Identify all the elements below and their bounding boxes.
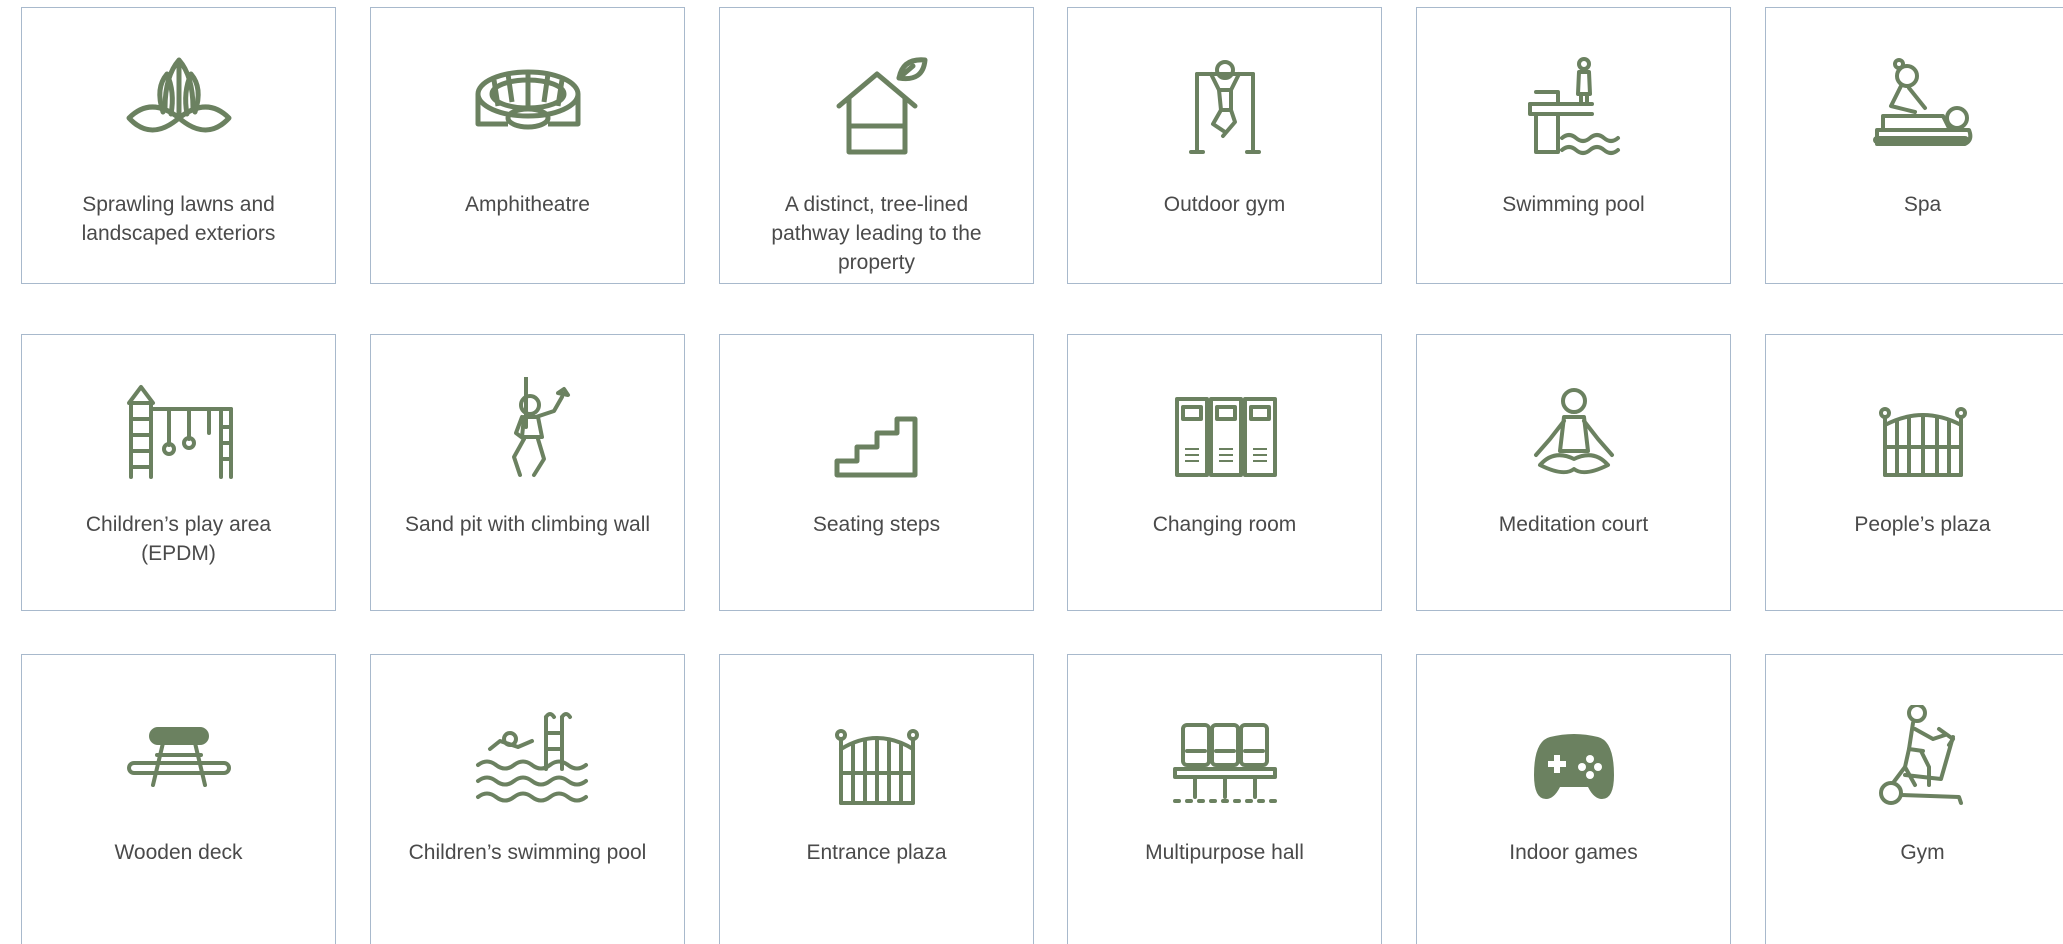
amenity-card: A distinct, tree-lined pathway leading t… [719,7,1034,284]
amenity-card: Wooden deck [21,654,336,944]
amenity-card: Swimming pool [1416,7,1731,284]
amenity-label: Outdoor gym [1163,193,1286,216]
amenity-label: Multipurpose hall [1145,841,1304,864]
amenity-card: Changing room [1067,334,1382,611]
gate-icon [1833,377,2013,487]
amphitheatre-icon [438,56,618,166]
swimmer-icon [438,705,618,815]
amenity-label: Spa [1903,193,1942,216]
lawn-plant-icon [89,56,269,166]
amenity-card: Indoor games [1416,654,1731,944]
amenity-label: A distinct, tree-lined pathway leading t… [771,193,982,274]
hall-seats-icon [1135,705,1315,815]
diving-board-icon [1484,56,1664,166]
amenity-label: Sprawling lawns and landscaped exteriors [81,193,276,245]
amenity-label: Children’s play area (EPDM) [85,513,272,565]
amenity-card: Amphitheatre [370,7,685,284]
amenity-label: Amphitheatre [465,193,590,216]
amenity-card: Multipurpose hall [1067,654,1382,944]
amenity-label: Children’s swimming pool [408,841,647,864]
amenity-card: Spa [1765,7,2063,284]
picnic-table-icon [89,705,269,815]
amenity-label: Gym [1900,841,1945,864]
elliptical-trainer-icon [1833,705,2013,815]
climber-icon [438,377,618,487]
gamepad-icon [1484,705,1664,815]
amenity-card: Children’s swimming pool [370,654,685,944]
amenity-card: Outdoor gym [1067,7,1382,284]
massage-icon [1833,56,2013,166]
amenity-label: People’s plaza [1854,513,1991,536]
amenity-card: People’s plaza [1765,334,2063,611]
amenity-card: Sprawling lawns and landscaped exteriors [21,7,336,284]
amenity-card: Sand pit with climbing wall [370,334,685,611]
amenity-card: Meditation court [1416,334,1731,611]
amenity-label: Meditation court [1498,513,1649,536]
pull-up-bar-icon [1135,56,1315,166]
amenity-card: Gym [1765,654,2063,944]
amenity-label: Indoor games [1509,841,1638,864]
amenity-card: Children’s play area (EPDM) [21,334,336,611]
amenity-label: Sand pit with climbing wall [404,513,651,536]
amenity-label: Swimming pool [1502,193,1645,216]
entrance-gate-icon [787,705,967,815]
amenity-card: Seating steps [719,334,1034,611]
amenity-label: Seating steps [812,513,941,536]
eco-house-icon [787,56,967,166]
amenities-grid: Sprawling lawns and landscaped exteriors… [0,0,2063,944]
amenity-label: Changing room [1152,513,1297,536]
lockers-icon [1135,377,1315,487]
playground-icon [89,377,269,487]
steps-icon [787,377,967,487]
meditation-icon [1484,377,1664,487]
amenity-card: Entrance plaza [719,654,1034,944]
amenity-label: Entrance plaza [806,841,947,864]
amenity-label: Wooden deck [114,841,243,864]
